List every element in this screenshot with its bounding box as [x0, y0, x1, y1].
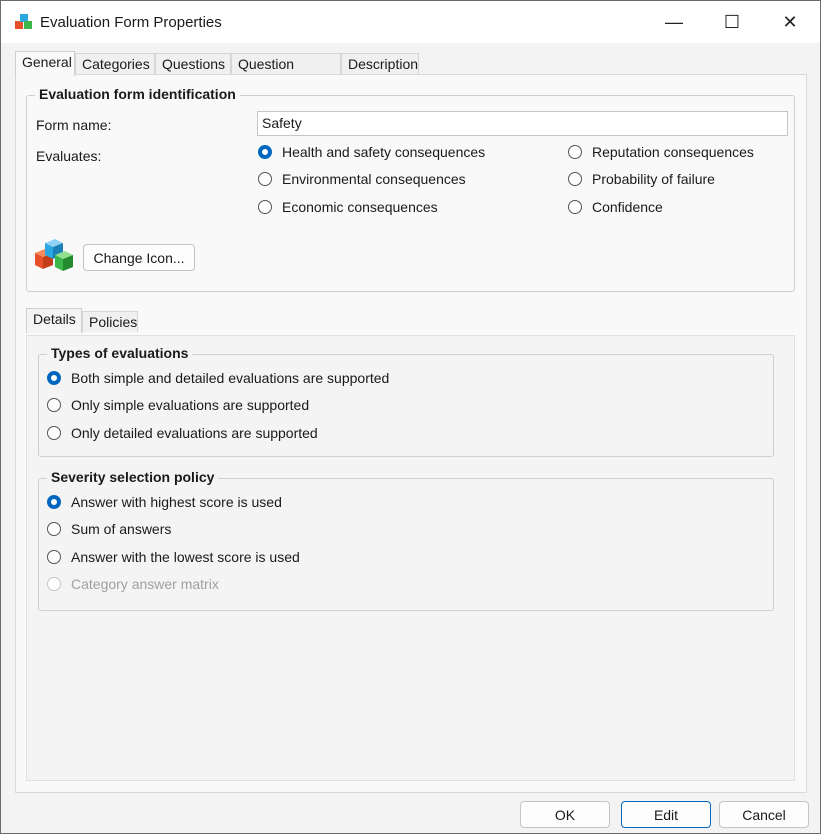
- radio-detailed-only[interactable]: Only detailed evaluations are supported: [47, 425, 318, 441]
- radio-unchecked-icon: [47, 522, 61, 536]
- form-cubes-icon: [35, 239, 73, 271]
- tab-question-matrix[interactable]: Question matrix: [231, 53, 341, 93]
- evaluates-label: Evaluates:: [36, 148, 102, 164]
- radio-unchecked-icon: [568, 145, 582, 159]
- general-panel: Evaluation form identification Form name…: [15, 74, 807, 793]
- title-bar: Evaluation Form Properties — ☐ ✕: [1, 1, 820, 43]
- tab-description[interactable]: Description: [341, 53, 419, 74]
- radio-economic[interactable]: Economic consequences: [258, 199, 438, 215]
- minimize-button[interactable]: —: [645, 1, 703, 43]
- radio-checked-icon: [47, 495, 61, 509]
- radio-unchecked-icon: [47, 398, 61, 412]
- identification-group: Evaluation form identification Form name…: [26, 86, 795, 292]
- subtab-details[interactable]: Details: [26, 308, 82, 333]
- maximize-icon: ☐: [723, 11, 741, 32]
- dialog-window: Evaluation Form Properties — ☐ ✕ General…: [0, 0, 821, 834]
- radio-unchecked-icon: [47, 550, 61, 564]
- radio-checked-icon: [47, 371, 61, 385]
- radio-unchecked-icon: [258, 172, 272, 186]
- severity-legend: Severity selection policy: [47, 469, 219, 485]
- tab-questions[interactable]: Questions: [155, 53, 231, 74]
- radio-lowest-score[interactable]: Answer with the lowest score is used: [47, 549, 300, 565]
- types-group: Types of evaluations Both simple and det…: [38, 345, 774, 457]
- window-title: Evaluation Form Properties: [40, 14, 222, 31]
- types-legend: Types of evaluations: [47, 345, 193, 361]
- change-icon-button[interactable]: Change Icon...: [83, 244, 195, 271]
- radio-reputation[interactable]: Reputation consequences: [568, 144, 754, 160]
- radio-unchecked-icon: [258, 200, 272, 214]
- tab-categories[interactable]: Categories: [75, 53, 155, 74]
- radio-sum-of-answers[interactable]: Sum of answers: [47, 521, 171, 537]
- radio-unchecked-icon: [47, 426, 61, 440]
- minimize-icon: —: [665, 11, 683, 32]
- radio-health-safety[interactable]: Health and safety consequences: [258, 144, 485, 160]
- radio-unchecked-icon: [47, 577, 61, 591]
- cubes-app-icon: [15, 14, 32, 29]
- maximize-button[interactable]: ☐: [703, 1, 761, 43]
- cancel-button[interactable]: Cancel: [719, 801, 809, 828]
- severity-group: Severity selection policy Answer with hi…: [38, 469, 774, 611]
- ok-button[interactable]: OK: [520, 801, 610, 828]
- radio-confidence[interactable]: Confidence: [568, 199, 663, 215]
- radio-simple-only[interactable]: Only simple evaluations are supported: [47, 397, 309, 413]
- identification-legend: Evaluation form identification: [35, 86, 240, 102]
- form-name-input[interactable]: Safety: [257, 111, 788, 136]
- radio-checked-icon: [258, 145, 272, 159]
- details-panel: Types of evaluations Both simple and det…: [26, 335, 795, 781]
- form-name-label: Form name:: [36, 117, 112, 133]
- radio-both-evaluations[interactable]: Both simple and detailed evaluations are…: [47, 370, 389, 386]
- radio-probability-failure[interactable]: Probability of failure: [568, 171, 715, 187]
- close-button[interactable]: ✕: [761, 1, 819, 43]
- radio-environmental[interactable]: Environmental consequences: [258, 171, 466, 187]
- radio-category-answer-matrix[interactable]: Category answer matrix: [47, 576, 219, 592]
- close-icon: ✕: [782, 11, 798, 32]
- subtab-policies[interactable]: Policies: [82, 311, 138, 332]
- radio-unchecked-icon: [568, 200, 582, 214]
- radio-highest-score[interactable]: Answer with highest score is used: [47, 494, 282, 510]
- radio-unchecked-icon: [568, 172, 582, 186]
- tab-general[interactable]: General: [15, 51, 75, 76]
- edit-button[interactable]: Edit: [621, 801, 711, 828]
